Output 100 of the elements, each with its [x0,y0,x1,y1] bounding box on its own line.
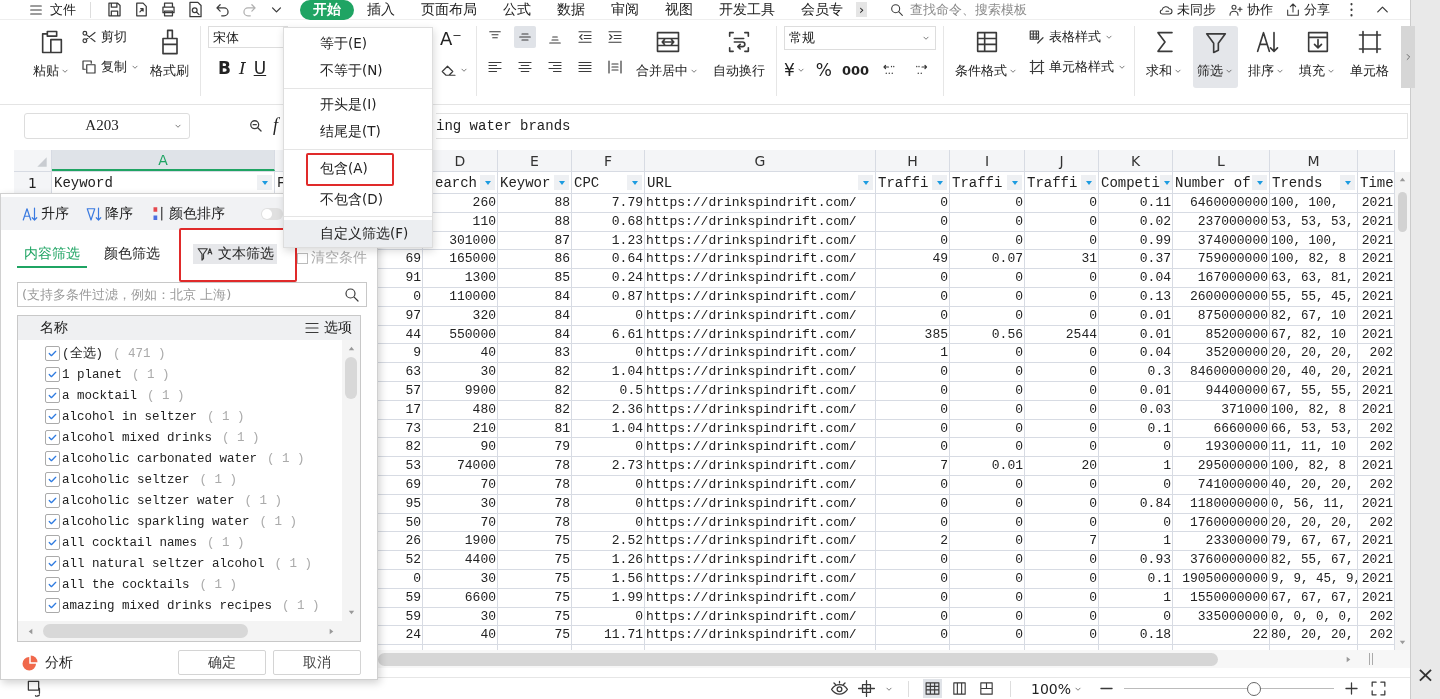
cell-style-button[interactable]: 单元格样式 [1028,56,1127,78]
more-tabs-button[interactable]: › [856,2,868,17]
list-item[interactable]: alcoholic seltzer water [62,493,235,508]
column-header[interactable]: J [1025,150,1099,171]
list-item[interactable]: all natural seltzer alcohol [62,556,265,571]
name-box[interactable]: A203 [24,112,190,139]
save-icon[interactable] [105,0,124,19]
filter-dropdown[interactable] [257,175,272,190]
checkbox[interactable] [45,514,60,529]
checkbox[interactable] [45,409,60,424]
list-item[interactable]: alcoholic carbonated water [62,451,258,466]
currency-button[interactable]: ¥ [784,58,806,82]
column-header[interactable]: L [1173,150,1270,171]
collaborate-button[interactable]: 协作 [1228,0,1273,19]
close-button[interactable]: × [1416,662,1435,687]
ribbon-tab[interactable]: 视图 [652,0,706,20]
sum-button[interactable]: 求和 [1142,26,1187,88]
fullscreen-icon[interactable] [1369,679,1388,698]
table-style-button[interactable]: 表格样式 [1028,26,1127,48]
checkbox[interactable] [45,556,60,571]
scrollbar-thumb[interactable] [43,624,248,638]
list-item[interactable]: alcohol mixed drinks [62,430,213,445]
sort-ascending-button[interactable]: 升序 [21,204,69,223]
checkbox[interactable] [45,598,60,613]
merge-center-button[interactable]: 合并居中 [632,26,703,88]
scroll-right-icon[interactable] [327,626,336,636]
copy-button[interactable]: 复制 [80,56,140,78]
checkbox[interactable] [45,493,60,508]
shrink-font-button[interactable]: A⁻ [440,26,462,50]
scroll-up-icon[interactable] [1398,175,1407,184]
zoom-level-button[interactable]: 100% [1030,680,1083,697]
checkbox[interactable] [45,451,60,466]
menu-item[interactable]: 自定义筛选(F) [284,220,432,247]
scroll-right-icon[interactable] [1344,654,1353,664]
filter-dropdown[interactable] [858,175,873,190]
thousands-button[interactable]: 000 [842,58,870,82]
zoom-in-icon[interactable] [1342,679,1361,698]
scroll-left-icon[interactable] [26,626,35,636]
cell-button[interactable]: 单元格 [1346,26,1393,88]
file-menu[interactable]: 文件 [28,0,76,19]
scroll-down-icon[interactable] [1398,638,1407,647]
search-field[interactable]: 查找命令、搜索模板 [908,1,1079,18]
ribbon-tab[interactable]: 数据 [544,0,598,20]
ribbon-tab[interactable]: 插入 [354,0,408,20]
checkbox[interactable] [45,577,60,592]
italic-button[interactable]: I [238,56,246,80]
horizontal-scrollbar[interactable] [18,621,360,641]
options-button[interactable]: 选项 [303,319,352,337]
list-item[interactable]: alcohol in seltzer [62,409,198,424]
bold-button[interactable]: B [218,56,231,80]
ok-button[interactable]: 确定 [178,650,266,675]
split-handle[interactable] [1369,653,1373,665]
scrollbar-thumb[interactable] [1398,192,1407,232]
list-item[interactable]: all cocktail names [62,535,198,550]
menu-item[interactable]: 结尾是(T) [284,118,432,146]
print-preview-icon[interactable] [186,0,205,19]
analysis-button[interactable]: 分析 [21,653,73,672]
cancel-button[interactable]: 取消 [273,650,361,675]
filter-dropdown[interactable] [1159,175,1172,190]
checkbox[interactable] [45,367,60,382]
filter-dropdown[interactable] [1081,175,1096,190]
vertical-scrollbar[interactable] [1395,172,1410,650]
ribbon-tab[interactable]: 审阅 [598,0,652,20]
filter-button[interactable]: 筛选 [1193,26,1238,88]
search-field[interactable]: (支持多条件过滤，例如：北京 上海) [17,282,367,307]
checkbox[interactable] [45,472,60,487]
wrap-text-button[interactable]: 自动换行 [709,26,769,88]
underline-button[interactable]: U [253,56,267,80]
filter-dropdown[interactable] [1007,175,1022,190]
menu-item[interactable]: 不等于(N) [284,57,432,85]
list-item[interactable]: amazing mixed drinks recipes [62,598,273,613]
conditional-format-button[interactable]: 条件格式 [951,26,1022,88]
filter-dropdown[interactable] [1252,175,1267,190]
column-header[interactable]: F [572,150,645,171]
print-icon[interactable] [159,0,178,19]
ribbon-tab[interactable]: 开发工具 [706,0,788,20]
menu-item[interactable]: 包含(A) [306,152,394,187]
vertical-scrollbar[interactable] [342,340,360,621]
checkbox[interactable] [45,430,60,445]
ribbon-tab[interactable]: 会员专 [788,0,856,20]
column-header[interactable]: G [645,150,876,171]
color-sort-button[interactable]: 颜色排序 [149,204,225,223]
scroll-up-icon[interactable] [346,344,356,353]
filter-dropdown[interactable] [1340,175,1355,190]
ribbon-tab[interactable]: 页面布局 [408,0,490,20]
checkbox[interactable] [45,346,60,361]
list-item[interactable]: a mocktail [62,388,137,403]
paste-button[interactable]: 粘贴 [29,26,74,88]
checkbox[interactable] [45,388,60,403]
list-item[interactable]: all the cocktails [62,577,190,592]
filter-dropdown[interactable] [627,175,642,190]
align-middle-icon[interactable] [514,26,536,48]
function-label[interactable]: f [273,115,278,136]
percent-button[interactable]: % [815,58,832,82]
sync-button[interactable]: 未同步 [1158,0,1216,19]
slider-thumb[interactable] [1247,681,1262,696]
sort-button[interactable]: 排序 [1244,26,1289,88]
filter-tab[interactable]: 颜色筛选 [101,242,163,268]
column-header[interactable]: I [950,150,1025,171]
number-format-dropdown[interactable]: 常规 [784,26,936,50]
